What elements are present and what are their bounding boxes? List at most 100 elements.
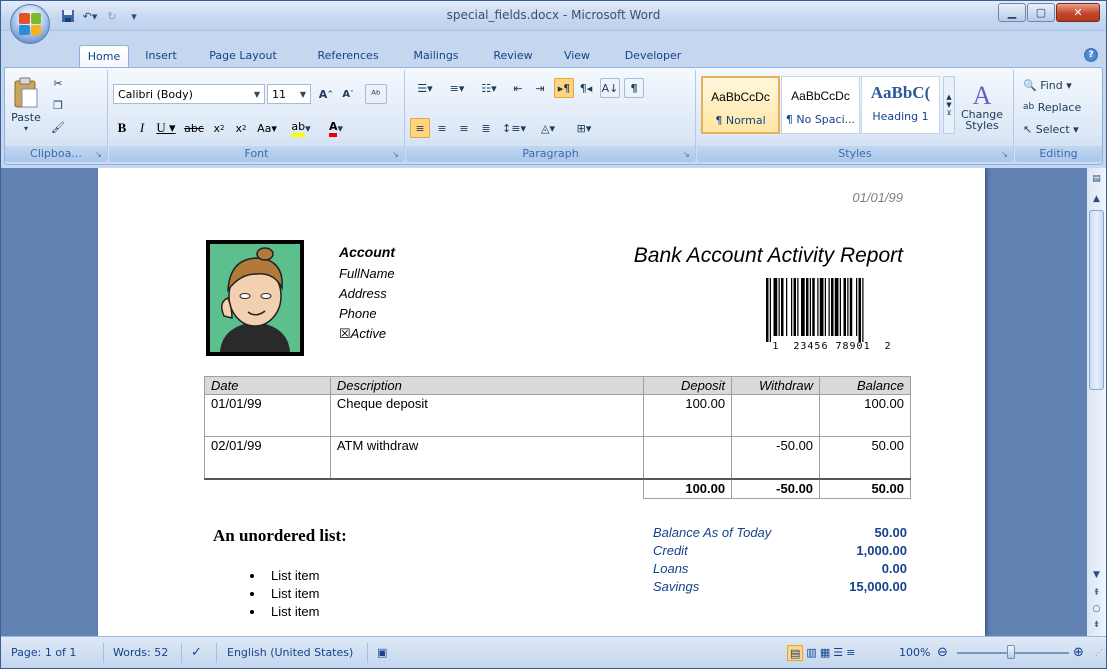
underline-button[interactable]: U ▾: [153, 118, 179, 138]
header-date-col: Date: [204, 376, 331, 395]
account-photo: [206, 240, 304, 356]
decrease-indent-icon[interactable]: ⇤: [508, 78, 528, 98]
font-size-select[interactable]: 11 ▼: [267, 84, 311, 104]
outline-icon[interactable]: ☰: [833, 645, 843, 661]
print-layout-icon[interactable]: ▤: [787, 645, 804, 661]
help-icon[interactable]: ?: [1084, 48, 1098, 62]
grow-font-button[interactable]: A ^: [315, 84, 337, 104]
font-family-select[interactable]: Calibri (Body) ▼: [113, 84, 265, 104]
bullets-icon[interactable]: ☰▾: [410, 78, 440, 98]
summary-row: Credit 1,000.00: [653, 543, 907, 558]
italic-button[interactable]: I: [133, 118, 151, 138]
close-button[interactable]: ✕: [1056, 3, 1100, 22]
strikethrough-button[interactable]: abc: [181, 118, 207, 138]
bold-button[interactable]: B: [113, 118, 131, 138]
scrollbar-thumb[interactable]: [1089, 210, 1104, 390]
highlight-color-button[interactable]: ab ▾: [285, 118, 317, 138]
language-indicator[interactable]: English (United States): [227, 645, 353, 661]
align-center-icon[interactable]: ≡: [432, 118, 452, 138]
scroll-up-icon[interactable]: ▲: [1088, 190, 1105, 207]
tab-references[interactable]: References: [307, 45, 389, 67]
office-logo-icon: [19, 13, 41, 35]
tab-view[interactable]: View: [555, 45, 599, 67]
avatar: [210, 244, 300, 352]
shrink-font-button[interactable]: Aˇ: [337, 84, 359, 104]
style-normal[interactable]: AaBbCcDc ¶ Normal: [701, 76, 780, 134]
draft-icon[interactable]: ≡: [846, 645, 855, 661]
highlighter-icon: ab: [291, 120, 306, 137]
status-bar: Page: 1 of 1 Words: 52 ✓ English (United…: [1, 636, 1106, 668]
document-page[interactable]: 01/01/99 Account FullName Address Phone: [98, 168, 985, 636]
table-row: 01/01/99 Cheque deposit 100.00 100.00: [204, 394, 911, 437]
font-color-icon: A: [328, 120, 338, 137]
maximize-button[interactable]: ▢: [1027, 3, 1055, 22]
tab-mailings[interactable]: Mailings: [403, 45, 469, 67]
borders-icon[interactable]: ⊞▾: [568, 118, 600, 138]
ltr-icon[interactable]: ▸¶: [554, 78, 574, 98]
table-row: 02/01/99 ATM withdraw -50.00 50.00: [204, 436, 911, 479]
paste-button[interactable]: Paste ▾: [9, 74, 43, 136]
full-screen-reading-icon[interactable]: ▥: [806, 645, 816, 661]
font-group-label: Font: [109, 146, 404, 162]
view-ruler-icon[interactable]: ▤: [1088, 170, 1105, 187]
zoom-level[interactable]: 100%: [899, 645, 930, 661]
line-spacing-icon[interactable]: ↕≡▾: [500, 118, 528, 138]
tab-review[interactable]: Review: [485, 45, 541, 67]
find-button[interactable]: 🔍 Find ▾: [1023, 76, 1072, 94]
browse-object-icon[interactable]: ○: [1088, 600, 1105, 617]
office-button[interactable]: [10, 4, 50, 44]
format-painter-icon[interactable]: 🖌: [49, 118, 67, 136]
show-formatting-icon[interactable]: ¶: [624, 78, 644, 98]
justify-icon[interactable]: ≣: [476, 118, 496, 138]
style-heading-1[interactable]: AaBbC( Heading 1: [861, 76, 940, 134]
macro-recording-icon[interactable]: ▣: [377, 645, 387, 661]
scroll-down-icon[interactable]: ▼: [1088, 566, 1105, 583]
change-case-button[interactable]: Aa▾: [253, 118, 281, 138]
align-left-icon[interactable]: ≡: [410, 118, 430, 138]
replace-button[interactable]: ab Replace: [1023, 98, 1081, 116]
unordered-list: List item List item List item: [243, 568, 319, 622]
next-page-icon[interactable]: ⇟: [1088, 616, 1105, 633]
clipboard-launcher-icon[interactable]: ↘: [93, 149, 104, 160]
zoom-slider-handle[interactable]: [1007, 645, 1015, 659]
paste-icon: [14, 77, 38, 108]
increase-indent-icon[interactable]: ⇥: [530, 78, 550, 98]
vertical-scrollbar[interactable]: ▤ ▲ ▼ ⇞ ○ ⇟: [1087, 168, 1106, 636]
tab-home[interactable]: Home: [79, 45, 129, 67]
zoom-in-icon[interactable]: ⊕: [1073, 645, 1084, 661]
styles-gallery-scroll[interactable]: ▲ ▼ ⊻: [943, 76, 955, 134]
clear-formatting-icon[interactable]: ᴬᵇ: [365, 84, 387, 104]
shading-icon[interactable]: ◬▾: [532, 118, 564, 138]
zoom-out-icon[interactable]: ⊖: [937, 645, 948, 661]
web-layout-icon[interactable]: ▦: [820, 645, 830, 661]
tab-developer[interactable]: Developer: [615, 45, 691, 67]
previous-page-icon[interactable]: ⇞: [1088, 584, 1105, 601]
sort-icon[interactable]: A↓: [600, 78, 620, 98]
rtl-icon[interactable]: ¶◂: [576, 78, 596, 98]
numbering-icon[interactable]: ≡▾: [442, 78, 472, 98]
tab-insert[interactable]: Insert: [135, 45, 187, 67]
page-count[interactable]: Page: 1 of 1: [11, 645, 76, 661]
resize-grip-icon[interactable]: ⋰: [1095, 645, 1103, 661]
styles-launcher-icon[interactable]: ↘: [999, 149, 1010, 160]
superscript-button[interactable]: x2: [231, 118, 251, 138]
select-button[interactable]: ↖ Select ▾: [1023, 120, 1079, 138]
multilevel-list-icon[interactable]: ☷▾: [474, 78, 504, 98]
account-active-checkbox[interactable]: ☒Active: [339, 326, 386, 342]
paragraph-group: ☰▾ ≡▾ ☷▾ ⇤ ⇥ ▸¶ ¶◂ A↓ ¶ ≡ ≡ ≡ ≣ ↕≡▾ ◬▾ ⊞…: [406, 70, 696, 162]
copy-icon[interactable]: ❐: [49, 96, 67, 114]
change-styles-button[interactable]: A Change Styles: [959, 76, 1005, 138]
minimize-button[interactable]: ▁: [998, 3, 1026, 22]
font-launcher-icon[interactable]: ↘: [390, 149, 401, 160]
paragraph-launcher-icon[interactable]: ↘: [681, 149, 692, 160]
account-summary: Balance As of Today 50.00 Credit 1,000.00 …: [653, 525, 907, 597]
font-color-button[interactable]: A ▾: [321, 118, 351, 138]
proofing-icon[interactable]: ✓: [191, 645, 202, 661]
cut-icon[interactable]: ✂: [49, 74, 67, 92]
subscript-button[interactable]: x2: [209, 118, 229, 138]
account-heading: Account: [339, 244, 395, 260]
style-no-spacing[interactable]: AaBbCcDc ¶ No Spaci...: [781, 76, 860, 134]
tab-page-layout[interactable]: Page Layout: [195, 45, 291, 67]
align-right-icon[interactable]: ≡: [454, 118, 474, 138]
word-count[interactable]: Words: 52: [113, 645, 168, 661]
